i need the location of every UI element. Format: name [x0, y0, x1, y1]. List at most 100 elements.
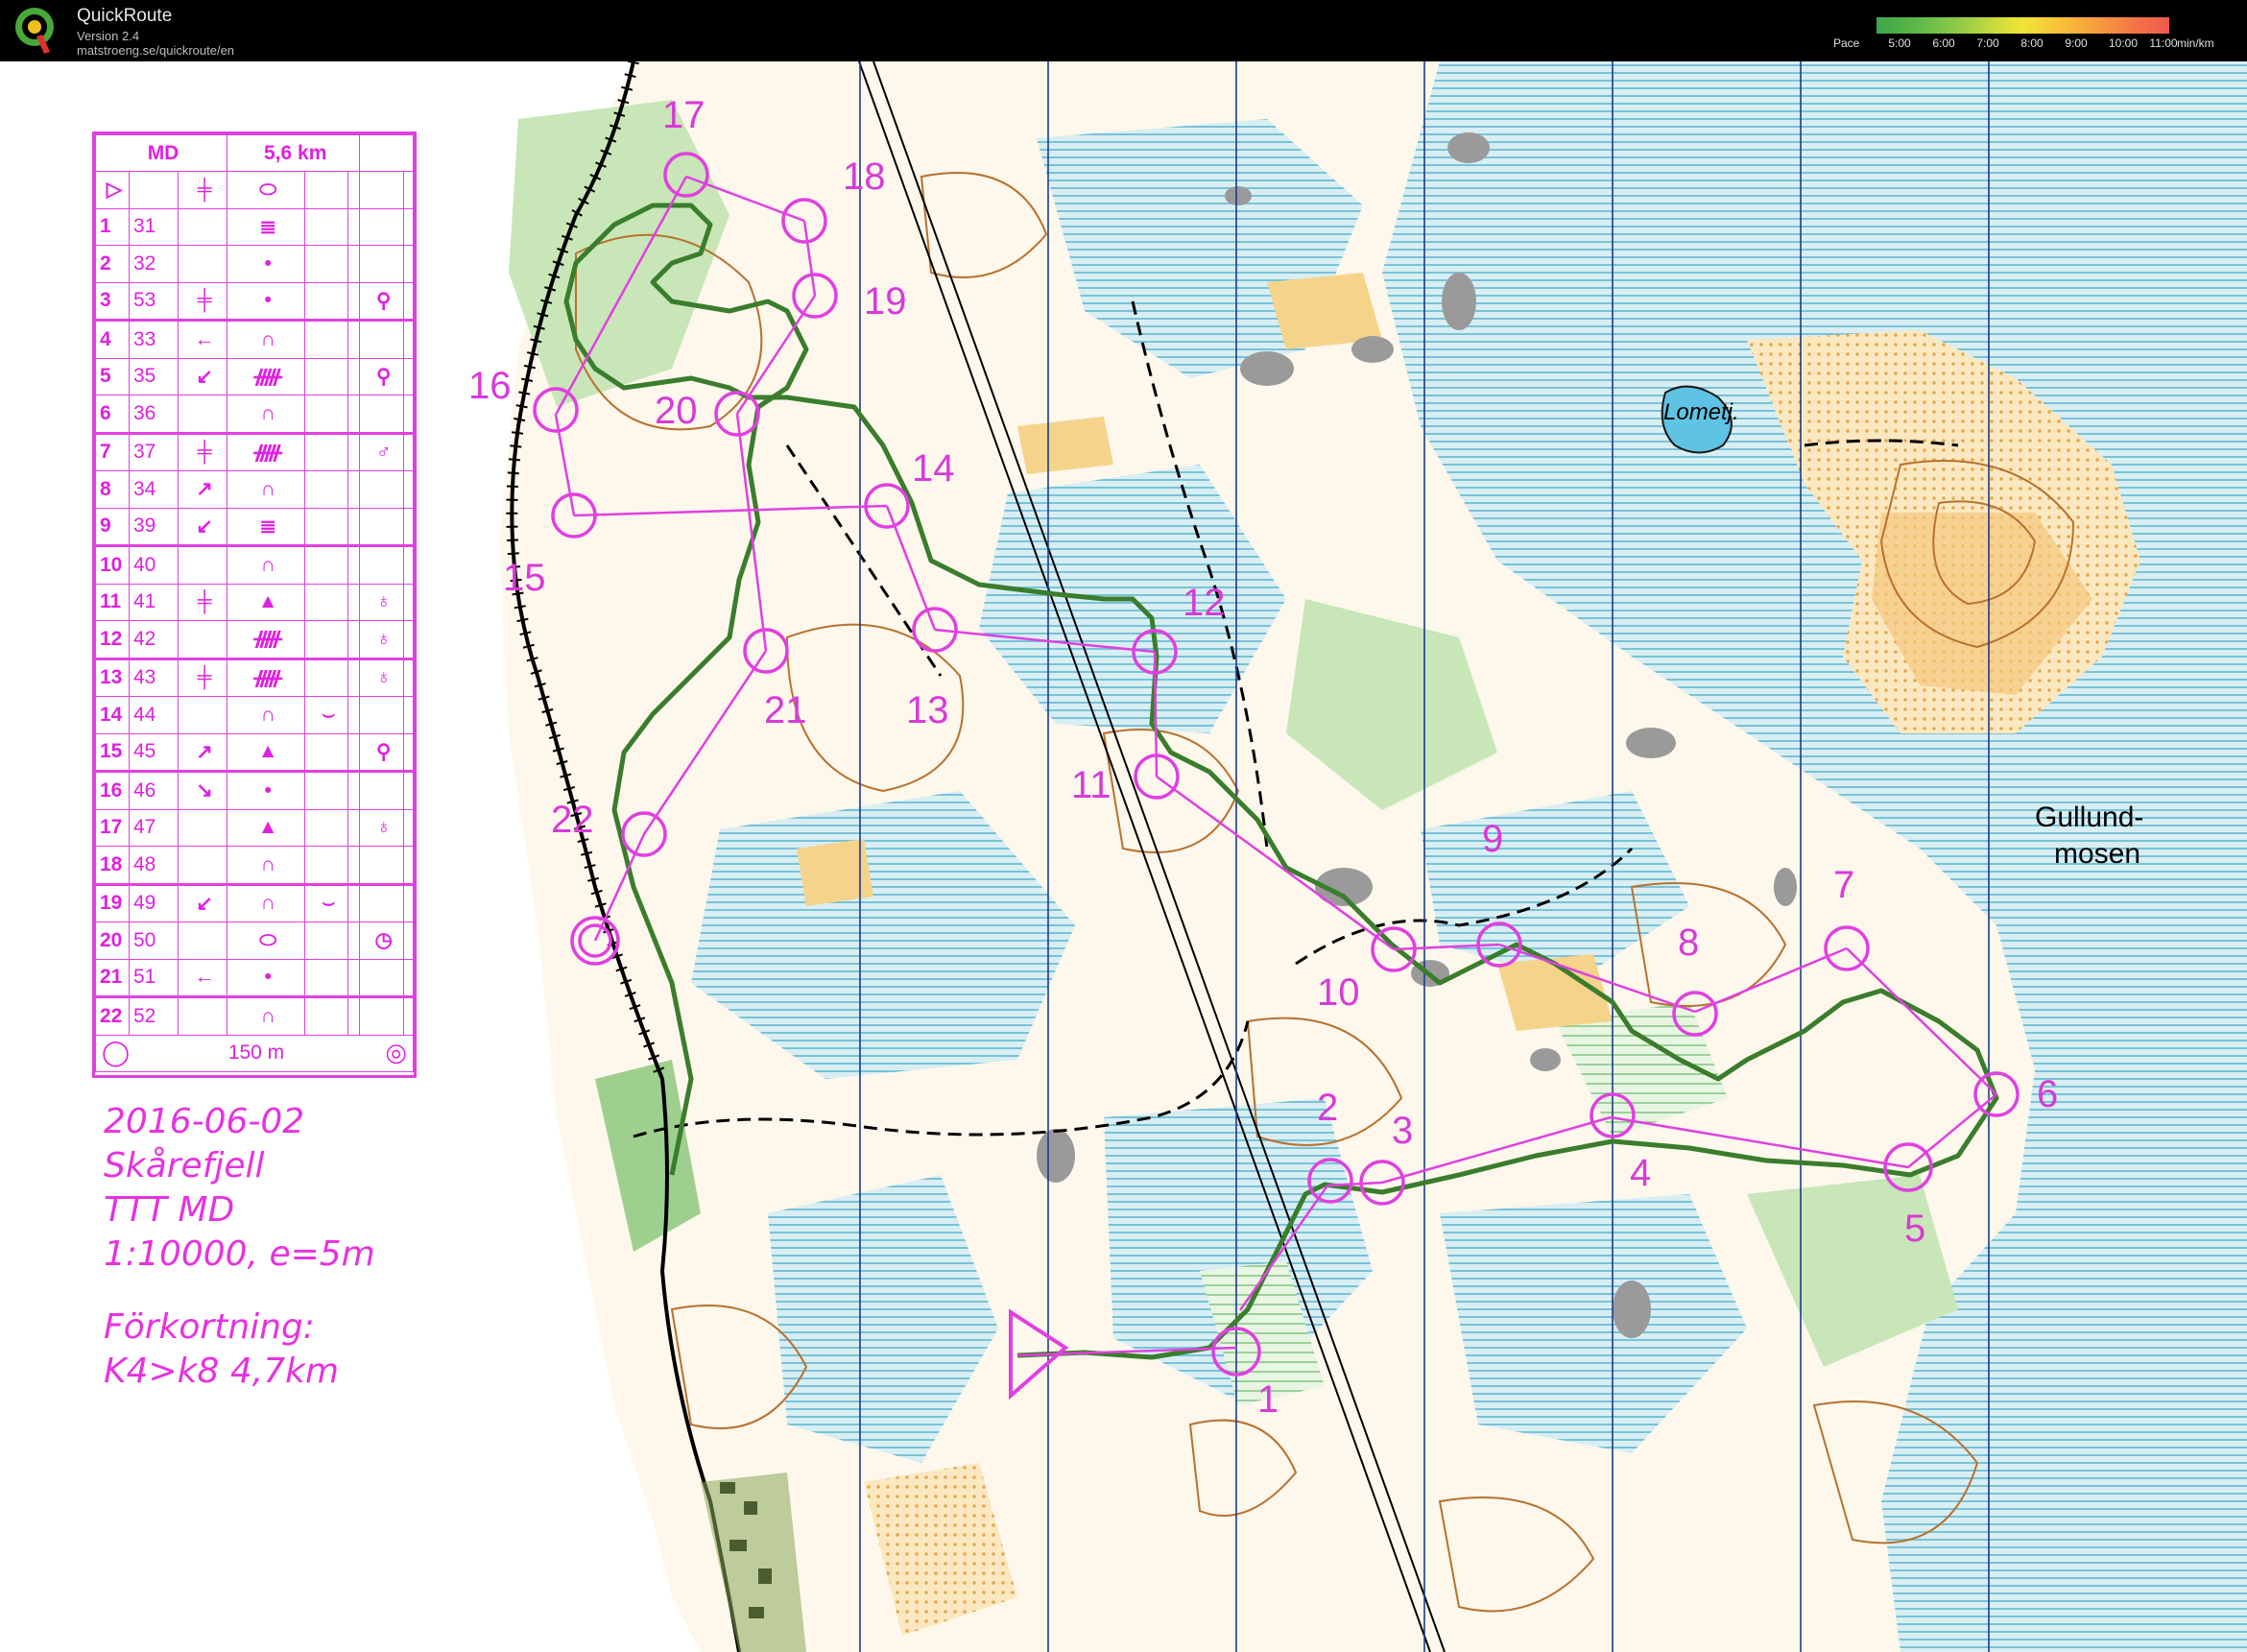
location-icon [359, 996, 405, 1036]
pace-tick: 8:00 [2020, 36, 2044, 50]
legend-control-row: 1 31 ≣ [95, 207, 414, 246]
legend-event: MD [94, 134, 228, 172]
note-date: 2016-06-02 [104, 1102, 305, 1141]
legend-control-row: 18 48 ∩ [95, 846, 414, 885]
extra-icon [347, 846, 361, 885]
location-icon: ♁ [359, 658, 405, 697]
ellipse-symbol-icon: ⬭ [227, 171, 306, 209]
control-order: 7 [95, 432, 130, 471]
legend-control-row: 9 39 ↙ ≣ [95, 507, 414, 546]
extra-icon [347, 281, 361, 321]
control-number: 3 [1392, 1110, 1414, 1152]
legend-control-row: 12 42 ᚏ ♁ [95, 620, 414, 659]
extra-icon [347, 958, 361, 997]
control-order: 9 [95, 507, 130, 546]
pace-tick: 9:00 [2065, 36, 2088, 50]
location-icon: ⚲ [359, 732, 405, 772]
pace-tick: 6:00 [1932, 36, 1955, 50]
feature-icon: ▲ [227, 583, 306, 621]
other-icon [403, 357, 414, 395]
feature-icon: • [227, 771, 306, 810]
which-feature-icon: ╪ [177, 281, 228, 321]
other-icon [403, 732, 414, 772]
control-code: 45 [129, 732, 179, 772]
which-feature-icon [177, 395, 228, 434]
feature-icon: ∩ [227, 883, 306, 922]
which-feature-icon: ↗ [177, 470, 228, 509]
control-number: 21 [764, 689, 807, 731]
other-icon [403, 922, 414, 960]
legend-control-row: 4 33 ← ∩ [95, 320, 414, 359]
location-icon [359, 207, 405, 246]
extra-icon [347, 207, 361, 246]
extra-icon [347, 470, 361, 509]
legend-control-row: 3 53 ╪ • ⚲ [95, 281, 414, 321]
app-url[interactable]: matstroeng.se/quickroute/en [77, 43, 234, 58]
control-number: 18 [843, 156, 886, 198]
control-number: 10 [1317, 971, 1360, 1014]
control-number: 15 [503, 557, 546, 599]
open-land [1017, 417, 1113, 474]
legend-control-row: 20 50 ⬭ ◷ [95, 922, 414, 960]
appearance-icon [304, 545, 349, 585]
control-number: 14 [912, 447, 955, 490]
other-icon [403, 320, 414, 359]
which-feature-icon [177, 846, 228, 885]
other-icon [403, 545, 414, 585]
location-icon: ♁ [359, 808, 405, 847]
control-number: 19 [864, 280, 907, 323]
control-code: 36 [129, 395, 179, 434]
feature-icon: ▲ [227, 732, 306, 772]
other-icon [403, 470, 414, 509]
legend-control-row: 11 41 ╪ ▲ ♁ [95, 583, 414, 621]
bog-label-line1: Gullund- [2035, 802, 2144, 833]
other-icon [403, 620, 414, 659]
pace-tick: 5:00 [1888, 36, 1911, 50]
appearance-icon [304, 771, 349, 810]
legend-control-row: 8 34 ↗ ∩ [95, 470, 414, 509]
legend-control-row: 17 47 ▲ ♁ [95, 808, 414, 847]
appearance-icon [304, 245, 349, 283]
feature-icon: ≣ [227, 207, 306, 246]
feature-icon: ▲ [227, 808, 306, 847]
other-icon [403, 771, 414, 810]
legend-header-empty [359, 134, 414, 172]
feature-icon: ≣ [227, 507, 306, 546]
appearance-icon [304, 432, 349, 471]
location-icon [359, 545, 405, 585]
location-icon [359, 507, 405, 546]
appearance-icon [304, 357, 349, 395]
control-description-table: MD 5,6 km ▷ ╪ ⬭ 1 31 ≣ 2 32 • 3 53 ╪ • ⚲ 4 33 ← ∩ 5 35 ↙ ᚏ… [94, 134, 414, 1072]
control-number: 12 [1183, 582, 1226, 624]
legend-finish-row: ◯ 150 m ◎ [95, 1034, 414, 1072]
legend-control-row: 16 46 ↘ • [95, 771, 414, 810]
extra-icon [347, 395, 361, 434]
which-feature-icon [177, 245, 228, 283]
control-number: 1 [1257, 1378, 1279, 1421]
extra-icon [347, 620, 361, 659]
appearance-icon [304, 507, 349, 546]
control-order: 14 [95, 696, 130, 734]
other-icon [403, 958, 414, 997]
which-feature-icon: ╪ [177, 432, 228, 471]
other-icon [403, 808, 414, 847]
finish-start-icon: ◯ [102, 1037, 131, 1066]
control-code: 52 [129, 996, 179, 1036]
which-feature-icon: ↙ [177, 507, 228, 546]
other-icon [403, 658, 414, 697]
extra-icon [347, 732, 361, 772]
feature-icon: ∩ [227, 395, 306, 434]
control-code: 48 [129, 846, 179, 885]
location-icon: ⚲ [359, 357, 405, 395]
control-number: 22 [551, 799, 594, 841]
extra-icon [347, 357, 361, 395]
control-code: 40 [129, 545, 179, 585]
control-code: 33 [129, 320, 179, 359]
control-order: 10 [95, 545, 130, 585]
control-code: 47 [129, 808, 179, 847]
legend-length: 5,6 km [227, 134, 361, 172]
other-icon [403, 696, 414, 734]
app-title: QuickRoute [77, 6, 173, 26]
extra-icon [347, 545, 361, 585]
control-code: 46 [129, 771, 179, 810]
